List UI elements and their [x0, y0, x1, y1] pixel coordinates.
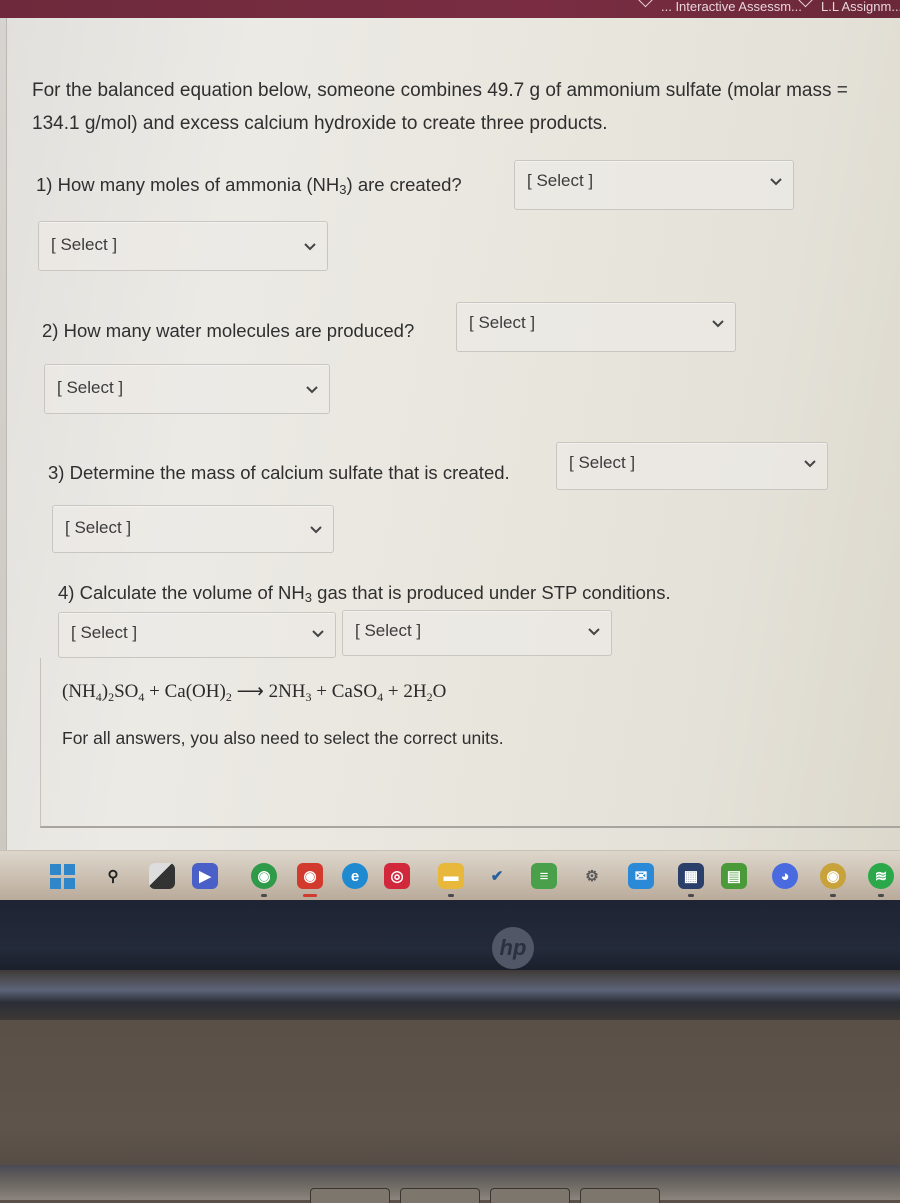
chevron-down-icon	[588, 628, 600, 636]
chrome-profile-2-icon[interactable]: ◉	[297, 863, 323, 889]
browser-tab-bar: ... Interactive Assessm... L.L Assignm..…	[0, 0, 900, 18]
keyboard-key	[490, 1188, 570, 1203]
equation-term: +	[311, 681, 332, 702]
running-indicator	[448, 894, 454, 897]
question-2-unit-select[interactable]: [ Select ]	[44, 364, 330, 414]
spotify-icon[interactable]: ≋	[868, 863, 894, 889]
equation-term: 2H	[403, 681, 427, 702]
chevron-down-icon	[770, 178, 782, 186]
equation-term: O	[432, 681, 447, 702]
equation-term: +	[144, 681, 165, 702]
chevron-down-icon	[306, 386, 318, 394]
question-3-label: 3) Determine the mass of calcium sulfate…	[48, 462, 510, 483]
windows-logo-pane	[64, 863, 75, 875]
chrome-profile-3-icon[interactable]: ◉	[820, 863, 846, 889]
app-red-icon[interactable]: ◎	[384, 863, 410, 889]
windows-logo-pane	[64, 877, 75, 889]
chevron-down-icon	[304, 243, 316, 251]
task-view-icon[interactable]	[149, 863, 175, 889]
question-3-value-select[interactable]: [ Select ]	[556, 442, 828, 490]
bluestacks-icon[interactable]: ≡	[531, 863, 557, 889]
windows-taskbar: ⚲ ▶ ◉ ◉ e ◎ ▬ ✔ ≡ ⚙ ✉ ▦ ▤ ◕ ◉ ≋	[0, 850, 900, 901]
question-1-unit-select[interactable]: [ Select ]	[38, 221, 328, 271]
equation-term: +	[383, 681, 404, 702]
windows-start-icon[interactable]	[50, 863, 76, 889]
units-note: For all answers, you also need to select…	[62, 728, 504, 748]
question-4-value-select[interactable]: [ Select ]	[58, 612, 336, 658]
keyboard-key	[310, 1188, 390, 1203]
browser-tab[interactable]: L.L Assignm...	[797, 0, 900, 13]
question-frame-border	[0, 18, 7, 850]
edge-icon[interactable]: e	[342, 863, 368, 889]
equation-term: 2NH	[268, 681, 306, 702]
bookmark-icon	[637, 0, 654, 8]
app-green-icon[interactable]: ▤	[721, 863, 747, 889]
question-4-unit-select[interactable]: [ Select ]	[342, 610, 612, 656]
windows-logo-pane	[50, 877, 61, 889]
bookmark-icon	[797, 0, 814, 8]
running-indicator	[261, 894, 267, 897]
equation-term: SO	[114, 681, 139, 702]
laptop-hinge	[0, 970, 900, 1020]
running-indicator	[878, 894, 884, 897]
microsoft-store-icon[interactable]: ▦	[678, 863, 704, 889]
chevron-down-icon	[804, 460, 816, 468]
keyboard-key	[400, 1188, 480, 1203]
question-1-value-select[interactable]: [ Select ]	[514, 160, 794, 210]
browser-tab[interactable]: ... Interactive Assessm...	[637, 0, 802, 13]
question-4-label: 4) Calculate the volume of NH3 gas that …	[58, 582, 671, 605]
running-indicator	[688, 894, 694, 897]
file-explorer-icon[interactable]: ▬	[438, 863, 464, 889]
mail-icon[interactable]: ✉	[628, 863, 654, 889]
running-indicator	[303, 894, 317, 897]
chevron-down-icon	[712, 320, 724, 328]
question-3-unit-select[interactable]: [ Select ]	[52, 505, 334, 553]
running-indicator	[830, 894, 836, 897]
search-icon[interactable]: ⚲	[100, 863, 126, 889]
todo-check-icon[interactable]: ✔	[484, 863, 510, 889]
discord-icon[interactable]: ◕	[772, 863, 798, 889]
laptop-bezel	[0, 900, 900, 970]
quiz-page: For the balanced equation below, someone…	[0, 18, 900, 850]
keyboard-key	[580, 1188, 660, 1203]
question-1-label: 1) How many moles of ammonia (NH3) are c…	[36, 174, 462, 197]
settings-gear-icon[interactable]: ⚙	[579, 863, 605, 889]
chevron-down-icon	[312, 630, 324, 638]
equation-term: Ca(OH)	[164, 681, 226, 702]
meet-video-icon[interactable]: ▶	[192, 863, 218, 889]
question-2-label: 2) How many water molecules are produced…	[42, 320, 415, 341]
equation-term: CaSO	[331, 681, 378, 702]
chrome-profile-1-icon[interactable]: ◉	[251, 863, 277, 889]
windows-logo-pane	[50, 863, 61, 875]
hp-logo: hp	[492, 927, 534, 969]
question-intro: For the balanced equation below, someone…	[32, 80, 848, 134]
question-2-value-select[interactable]: [ Select ]	[456, 302, 736, 352]
balanced-equation: (NH4)2SO4 + Ca(OH)2 ⟶ 2NH3 + CaSO4 + 2H2…	[62, 680, 446, 705]
equation-term: ⟶	[231, 681, 269, 702]
equation-term: (NH	[62, 681, 96, 702]
chevron-down-icon	[310, 526, 322, 534]
